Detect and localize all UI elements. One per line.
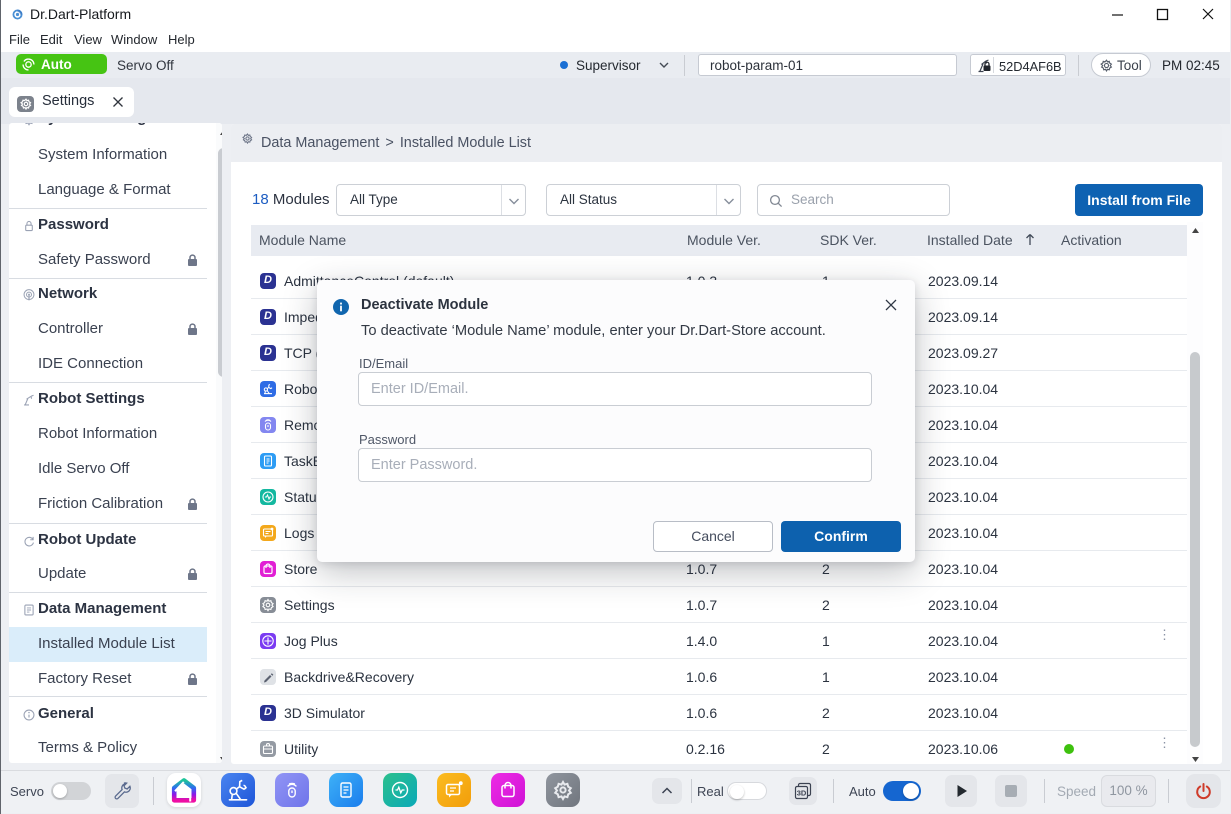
svg-text:3D: 3D xyxy=(797,789,807,798)
